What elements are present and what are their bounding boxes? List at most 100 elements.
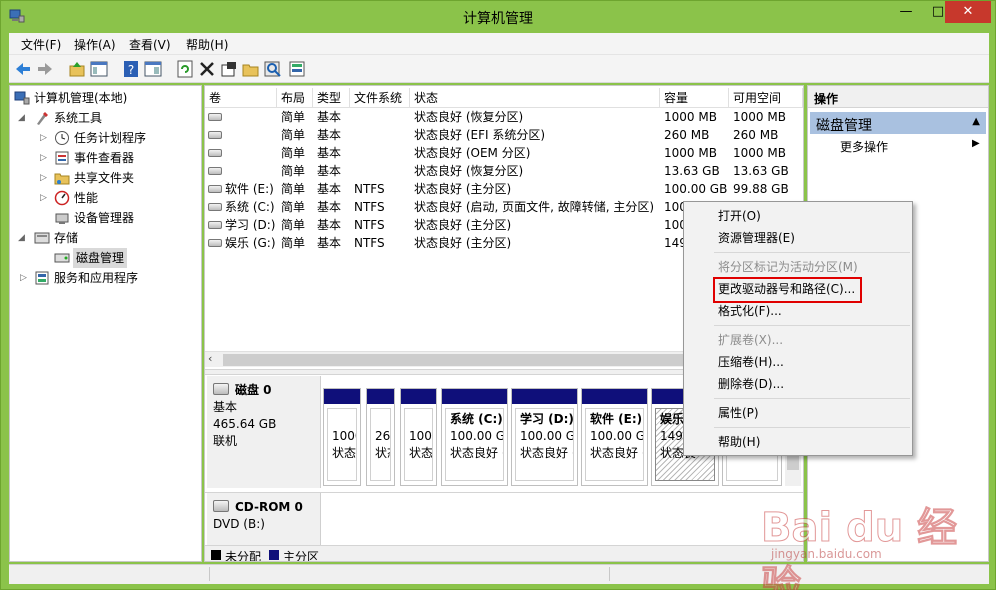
disk-0-title: 磁盘 0: [235, 383, 272, 397]
partition-bar: [401, 389, 436, 404]
partition-box[interactable]: 1000 状态: [323, 388, 361, 486]
cell-fs: NTFS: [354, 182, 385, 196]
partition-body: 学习 (D:) 100.00 GI 状态良好 (: [515, 408, 574, 481]
tree-item-storage[interactable]: ◢ 存储: [12, 228, 197, 248]
menu-file[interactable]: 文件(F): [21, 36, 61, 53]
properties-icon[interactable]: [219, 59, 239, 79]
minimize-button[interactable]: —: [889, 1, 923, 23]
table-row[interactable]: 简单 基本 状态良好 (EFI 系统分区) 260 MB 260 MB: [205, 126, 803, 144]
cell-status: 状态良好 (恢复分区): [414, 110, 524, 124]
column-layout[interactable]: 布局: [277, 88, 313, 108]
title-bar[interactable]: 计算机管理 — □ ✕: [1, 1, 995, 33]
expand-arrow-icon[interactable]: ▷: [40, 128, 52, 148]
partition-box[interactable]: 软件 (E:) 100.00 GI 状态良好 (: [581, 388, 648, 486]
window-title: 计算机管理: [463, 11, 533, 27]
column-free-space[interactable]: 可用空间: [729, 88, 803, 108]
cdrom-title: CD-ROM 0: [235, 500, 303, 514]
cell-layout: 简单: [281, 110, 306, 124]
partition-box[interactable]: 1000 状态: [400, 388, 437, 486]
menu-open[interactable]: 打开(O): [718, 206, 761, 226]
storage-icon: [34, 232, 50, 244]
partition-box[interactable]: 系统 (C:) 100.00 GI 状态良好 (: [441, 388, 508, 486]
tree-item-system-tools[interactable]: ◢ 系统工具: [12, 108, 197, 128]
partition-name: [375, 411, 390, 428]
cdrom-0-label[interactable]: CD-ROM 0 DVD (B:): [207, 493, 321, 545]
column-status[interactable]: 状态: [410, 88, 660, 108]
tree-label: 计算机管理(本地): [34, 91, 128, 105]
performance-icon: [54, 190, 70, 206]
tree-item-event-viewer[interactable]: ▷ 事件查看器: [12, 148, 197, 168]
settings-icon[interactable]: [287, 59, 307, 79]
scroll-left-icon[interactable]: ‹: [208, 352, 212, 365]
menu-bar: 文件(F) 操作(A) 查看(V) 帮助(H): [9, 33, 989, 55]
menu-view[interactable]: 查看(V): [129, 36, 171, 53]
expand-arrow-icon[interactable]: ▷: [40, 148, 52, 168]
menu-action[interactable]: 操作(A): [74, 36, 116, 53]
actions-section-disk-management[interactable]: 磁盘管理 ▲: [810, 112, 986, 134]
tree-item-disk-management[interactable]: 磁盘管理: [12, 248, 197, 268]
help-icon[interactable]: ?: [121, 59, 141, 79]
properties-pane-icon[interactable]: [143, 59, 163, 79]
table-row[interactable]: 简单 基本 状态良好 (OEM 分区) 1000 MB 1000 MB: [205, 144, 803, 162]
expand-arrow-icon[interactable]: ▷: [20, 268, 32, 288]
computer-management-icon: [14, 91, 30, 105]
table-row[interactable]: 软件 (E:) 简单 基本 NTFS 状态良好 (主分区) 100.00 GB 99.88 …: [205, 180, 803, 198]
collapse-up-icon[interactable]: ▲: [972, 116, 980, 127]
refresh-icon[interactable]: [175, 59, 195, 79]
tree-item-shared-folders[interactable]: ▷ 共享文件夹: [12, 168, 197, 188]
column-type[interactable]: 类型: [313, 88, 350, 108]
cell-free: 99.88 GB: [733, 182, 789, 196]
forward-icon[interactable]: [35, 59, 55, 79]
partition-box[interactable]: 260 状态: [366, 388, 395, 486]
menu-explore[interactable]: 资源管理器(E): [718, 228, 795, 248]
tree-item-services-applications[interactable]: ▷ 服务和应用程序: [12, 268, 197, 288]
table-row[interactable]: 简单 基本 状态良好 (恢复分区) 1000 MB 1000 MB: [205, 108, 803, 126]
menu-properties[interactable]: 属性(P): [718, 403, 759, 423]
menu-help[interactable]: 帮助(H): [718, 432, 760, 452]
tree-item-device-manager[interactable]: 设备管理器: [12, 208, 197, 228]
disk-0-size: 465.64 GB: [213, 417, 277, 431]
cell-free: 1000 MB: [733, 110, 786, 124]
scroll-thumb[interactable]: [223, 354, 683, 366]
collapse-arrow-icon[interactable]: ◢: [18, 228, 30, 248]
partition-box[interactable]: 学习 (D:) 100.00 GI 状态良好 (: [511, 388, 578, 486]
menu-format[interactable]: 格式化(F)...: [718, 301, 782, 321]
tree-label: 事件查看器: [74, 151, 135, 165]
partition-status: 状态: [375, 446, 390, 460]
submenu-arrow-icon[interactable]: ▶: [972, 138, 980, 149]
partition-body: 软件 (E:) 100.00 GI 状态良好 (: [585, 408, 644, 481]
cell-free: 1000 MB: [733, 146, 786, 160]
menu-delete-volume[interactable]: 删除卷(D)...: [718, 374, 784, 394]
disk-0-label[interactable]: 磁盘 0 基本 465.64 GB 联机: [207, 376, 321, 488]
cell-fs: NTFS: [354, 200, 385, 214]
menu-shrink-volume[interactable]: 压缩卷(H)...: [718, 352, 784, 372]
expand-arrow-icon[interactable]: ▷: [40, 168, 52, 188]
menu-separator: [714, 427, 910, 428]
menu-separator: [714, 325, 910, 326]
search-icon[interactable]: [263, 59, 283, 79]
partition-bar: [512, 389, 577, 404]
column-capacity[interactable]: 容量: [660, 88, 729, 108]
column-file-system[interactable]: 文件系统: [350, 88, 410, 108]
column-volume[interactable]: 卷: [205, 88, 277, 108]
more-actions-link[interactable]: 更多操作: [840, 138, 888, 155]
menu-separator: [714, 252, 910, 253]
cell-name: 系统 (C:): [225, 200, 275, 214]
cell-layout: 简单: [281, 200, 306, 214]
open-folder-icon[interactable]: [241, 59, 261, 79]
tree-label: 设备管理器: [74, 211, 135, 225]
close-button[interactable]: ✕: [945, 1, 991, 23]
up-folder-icon[interactable]: [67, 59, 87, 79]
menu-help[interactable]: 帮助(H): [186, 36, 228, 53]
delete-icon[interactable]: [197, 59, 217, 79]
cell-capacity: 13.63 GB: [664, 164, 720, 178]
tree-item-performance[interactable]: ▷ 性能: [12, 188, 197, 208]
expand-arrow-icon[interactable]: ▷: [40, 188, 52, 208]
tree-item-task-scheduler[interactable]: ▷ 任务计划程序: [12, 128, 197, 148]
show-tree-icon[interactable]: [89, 59, 109, 79]
cell-fs: NTFS: [354, 236, 385, 250]
collapse-arrow-icon[interactable]: ◢: [18, 108, 30, 128]
table-row[interactable]: 简单 基本 状态良好 (恢复分区) 13.63 GB 13.63 GB: [205, 162, 803, 180]
back-icon[interactable]: [13, 59, 33, 79]
tree-item-computer-management[interactable]: 计算机管理(本地): [12, 88, 197, 108]
